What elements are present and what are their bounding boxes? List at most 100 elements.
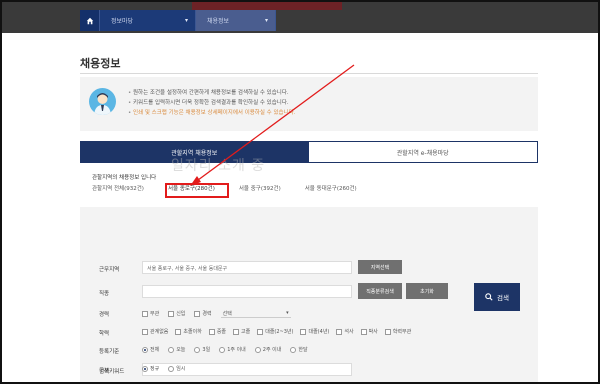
checkbox[interactable] [384, 328, 391, 335]
date-option[interactable]: 1주 이내 [219, 346, 246, 353]
checkbox[interactable] [257, 328, 264, 335]
education-option[interactable]: 대졸(2~3년) [257, 328, 293, 335]
page-title: 채용정보 [80, 57, 121, 70]
date-options: 전체 오늘 3일 1주 이내 2주 이내 한달 [142, 346, 308, 353]
person-icon [94, 93, 111, 115]
career-select[interactable]: 선택 ▾ [220, 309, 291, 318]
checkbox[interactable] [142, 328, 148, 335]
date-option-label: 오늘 [176, 347, 186, 353]
checkbox[interactable] [360, 328, 367, 335]
job-reset-button[interactable]: 초기화 [406, 283, 448, 299]
tab-bar: 관할지역 채용정보 관할지역 e-채용마당 [80, 141, 538, 163]
title-divider [80, 73, 538, 74]
education-option[interactable]: 학력무관 [384, 328, 412, 335]
date-option[interactable]: 2주 이내 [254, 346, 282, 353]
date-option-label: 3일 [202, 347, 211, 353]
education-option[interactable]: 초졸이하 [175, 328, 202, 335]
date-option-label: 1주 이내 [227, 347, 246, 353]
date-option-label: 2주 이내 [262, 347, 282, 353]
education-option-label: 고졸 [241, 329, 251, 335]
education-option[interactable]: 중졸 [208, 328, 227, 335]
career-option[interactable]: 경력 [194, 309, 212, 318]
checkbox[interactable] [142, 310, 148, 317]
watermark-text: 일자리 소개 중 [171, 158, 266, 174]
work-area-label: 근무지역 [99, 267, 120, 273]
education-options: 관계없음 초졸이하 중졸 고졸 대졸(2~3년) 대졸(4년) 석사 박사 학력… [142, 328, 411, 335]
header-banner-strip [192, 2, 342, 10]
top-navigation: 정보마당 ▾ 채용정보 ▾ [2, 2, 598, 33]
education-option-label: 중졸 [216, 329, 227, 335]
counselor-avatar [89, 88, 116, 115]
education-option[interactable]: 석사 [336, 328, 354, 335]
district-jung-link[interactable]: 서울 중구(392건) [239, 184, 281, 192]
radio[interactable] [194, 346, 201, 353]
radio[interactable] [168, 346, 175, 353]
nav-menu-jobs-label: 채용정보 [207, 18, 230, 25]
checkbox[interactable] [300, 328, 307, 335]
type-option[interactable]: 임시 [168, 365, 185, 372]
education-option-label: 박사 [368, 329, 378, 335]
career-option-label: 무관 [150, 311, 160, 317]
radio[interactable] [142, 346, 148, 353]
search-button-label: 검색 [497, 294, 509, 302]
checkbox[interactable] [208, 328, 215, 335]
nav-menu-info[interactable]: 정보마당 ▾ [100, 10, 196, 31]
search-button[interactable]: 검색 [474, 283, 520, 311]
job-category-button[interactable]: 직종분류검색 [358, 283, 402, 299]
info-line: 원하는 조건을 설정하여 간편하게 채용정보를 검색하실 수 있습니다. [128, 88, 295, 98]
checkbox[interactable] [194, 310, 201, 317]
radio[interactable] [142, 365, 148, 372]
work-area-field[interactable]: 서울 종로구, 서울 중구, 서울 동대문구 [142, 261, 352, 274]
date-option[interactable]: 오늘 [168, 346, 185, 353]
info-box: 원하는 조건을 설정하여 간편하게 채용정보를 검색하실 수 있습니다. 키워드… [80, 77, 538, 131]
education-option-label: 대졸(4년) [308, 329, 330, 335]
education-label: 학력 [99, 331, 110, 337]
career-option[interactable]: 무관 [142, 309, 159, 318]
type-label: 구분 [99, 368, 110, 374]
radio[interactable] [168, 365, 175, 372]
type-option[interactable]: 정규 [142, 365, 159, 372]
type-option-label: 정규 [150, 366, 160, 372]
education-option[interactable]: 고졸 [233, 328, 250, 335]
info-text-list: 원하는 조건을 설정하여 간편하게 채용정보를 검색하실 수 있습니다. 키워드… [128, 88, 295, 118]
job-label: 직종 [99, 291, 110, 297]
district-all-link[interactable]: 관할지역 전체(932건) [92, 184, 144, 192]
browser-frame: 정보마당 ▾ 채용정보 ▾ 채용정보 원하는 조건을 설정하여 간편하게 [0, 0, 600, 384]
area-select-button[interactable]: 지역선택 [358, 260, 402, 274]
date-option[interactable]: 전체 [142, 346, 159, 353]
main-content: 채용정보 원하는 조건을 설정하여 간편하게 채용정보를 검색하실 수 있습니다… [4, 33, 598, 382]
radio[interactable] [290, 346, 297, 353]
education-option[interactable]: 대졸(4년) [300, 328, 329, 335]
breadcrumb-nav: 정보마당 ▾ 채용정보 ▾ [80, 10, 276, 31]
search-icon [485, 293, 493, 301]
chevron-down-icon: ▾ [184, 17, 188, 24]
education-option-label: 석사 [344, 329, 354, 335]
radio[interactable] [219, 346, 226, 353]
date-label: 등록기준 [99, 349, 120, 355]
checkbox[interactable] [175, 328, 182, 335]
info-line: 인쇄 및 스크랩 기능은 채용정보 상세페이지에서 이용하실 수 있습니다. [128, 108, 295, 118]
job-field[interactable] [142, 285, 352, 298]
home-icon [86, 17, 93, 24]
date-option-label: 한달 [298, 347, 308, 353]
date-option[interactable]: 3일 [194, 346, 210, 353]
tab-e-jobs[interactable]: 관할지역 e-채용마당 [308, 141, 538, 163]
type-options: 정규 임시 [142, 365, 185, 372]
district-heading: 관할지역의 채용정보 입니다 [92, 175, 157, 181]
checkbox[interactable] [336, 328, 343, 335]
nav-menu-jobs[interactable]: 채용정보 ▾ [196, 10, 276, 31]
career-option[interactable]: 신입 [168, 309, 185, 318]
education-option[interactable]: 관계없음 [142, 328, 168, 335]
home-button[interactable] [80, 10, 100, 31]
date-option[interactable]: 한달 [290, 346, 308, 353]
chevron-down-icon: ▾ [264, 17, 268, 24]
district-dongdaemun-link[interactable]: 서울 동대문구(260건) [305, 184, 357, 192]
education-option-label: 학력무관 [392, 329, 412, 335]
checkbox[interactable] [233, 328, 240, 335]
career-option-label: 경력 [202, 311, 212, 317]
date-option-label: 전체 [150, 347, 160, 353]
education-option[interactable]: 박사 [360, 328, 378, 335]
radio[interactable] [254, 346, 261, 353]
checkbox[interactable] [168, 310, 175, 317]
education-option-label: 초졸이하 [183, 329, 202, 335]
